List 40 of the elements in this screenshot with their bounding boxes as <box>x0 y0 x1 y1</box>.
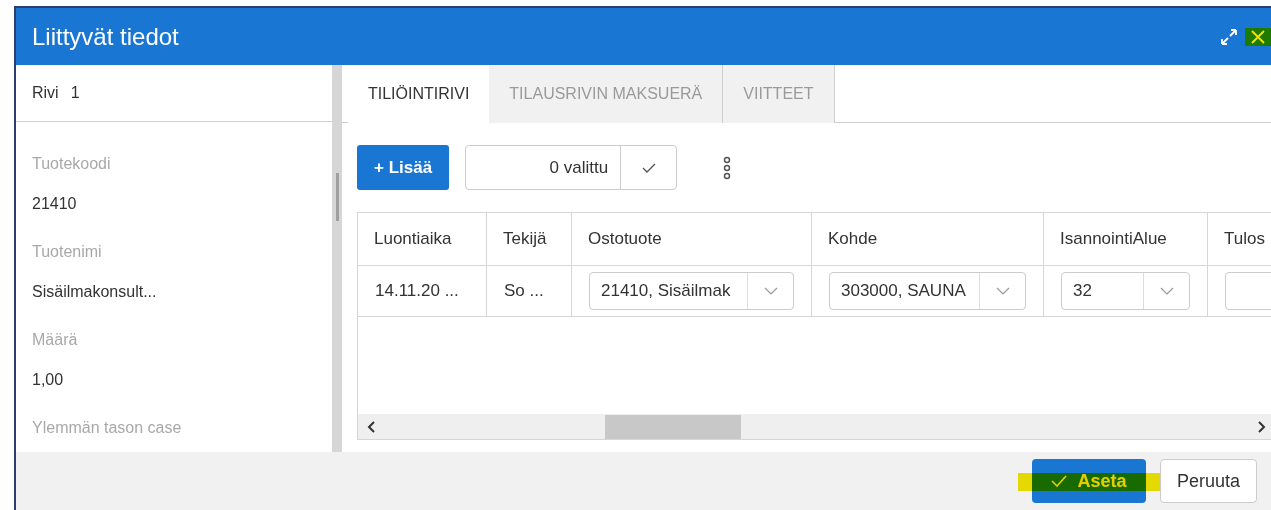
chevron-down-icon <box>995 287 1010 295</box>
row-number: 1 <box>70 83 80 103</box>
row-label: Rivi <box>32 83 59 103</box>
column-header[interactable]: IsannointiAlue <box>1044 213 1208 265</box>
scroll-left-icon[interactable] <box>366 420 376 433</box>
field-label: Tuotenimi <box>32 242 103 262</box>
field-value: 21410 <box>32 194 78 214</box>
column-header[interactable]: Ostotuote <box>572 213 812 265</box>
dropdown-field[interactable]: 21410, Sisäilmak <box>589 272 794 310</box>
vertical-scrollbar[interactable] <box>332 65 342 452</box>
dropdown-field[interactable]: 303000, SAUNA <box>829 272 1026 310</box>
cancel-button[interactable]: Peruuta <box>1159 459 1257 503</box>
field-label: Ylemmän tason case <box>32 418 183 438</box>
close-button[interactable] <box>1245 27 1271 46</box>
field-label: Tuotekoodi <box>32 154 112 174</box>
chevron-down-icon <box>763 287 778 295</box>
more-options-icon[interactable] <box>723 155 732 180</box>
expand-icon[interactable] <box>1219 26 1239 47</box>
column-header[interactable]: Kohde <box>812 213 1044 265</box>
cell-text: 14.11.20 ... <box>375 280 459 303</box>
selection-count: 0 valittu <box>548 156 610 179</box>
scrollbar-thumb[interactable] <box>335 173 339 221</box>
cell-text: So ... <box>504 280 544 303</box>
check-icon[interactable] <box>641 162 656 173</box>
selection-control[interactable]: 0 valittu <box>465 145 678 190</box>
column-header[interactable]: Tulos <box>1208 213 1271 265</box>
chevron-down-icon <box>1159 287 1174 295</box>
add-button[interactable]: + Lisää <box>357 145 450 190</box>
column-header[interactable]: Luontiaika <box>358 213 487 265</box>
dropdown-field[interactable]: 32 <box>1061 272 1190 310</box>
window-title: Liittyvät tiedot <box>32 21 179 52</box>
scrollbar-thumb[interactable] <box>605 414 741 439</box>
column-header[interactable]: Tekijä <box>487 213 572 265</box>
field-value: 1,00 <box>32 370 65 390</box>
field-value: Sisäilmakonsult... <box>32 282 158 302</box>
field-label: Määrä <box>32 330 79 350</box>
dropdown-field[interactable] <box>1225 272 1271 310</box>
close-icon <box>1251 29 1265 44</box>
horizontal-scrollbar[interactable] <box>358 414 1271 440</box>
scroll-right-icon[interactable] <box>1257 420 1267 433</box>
